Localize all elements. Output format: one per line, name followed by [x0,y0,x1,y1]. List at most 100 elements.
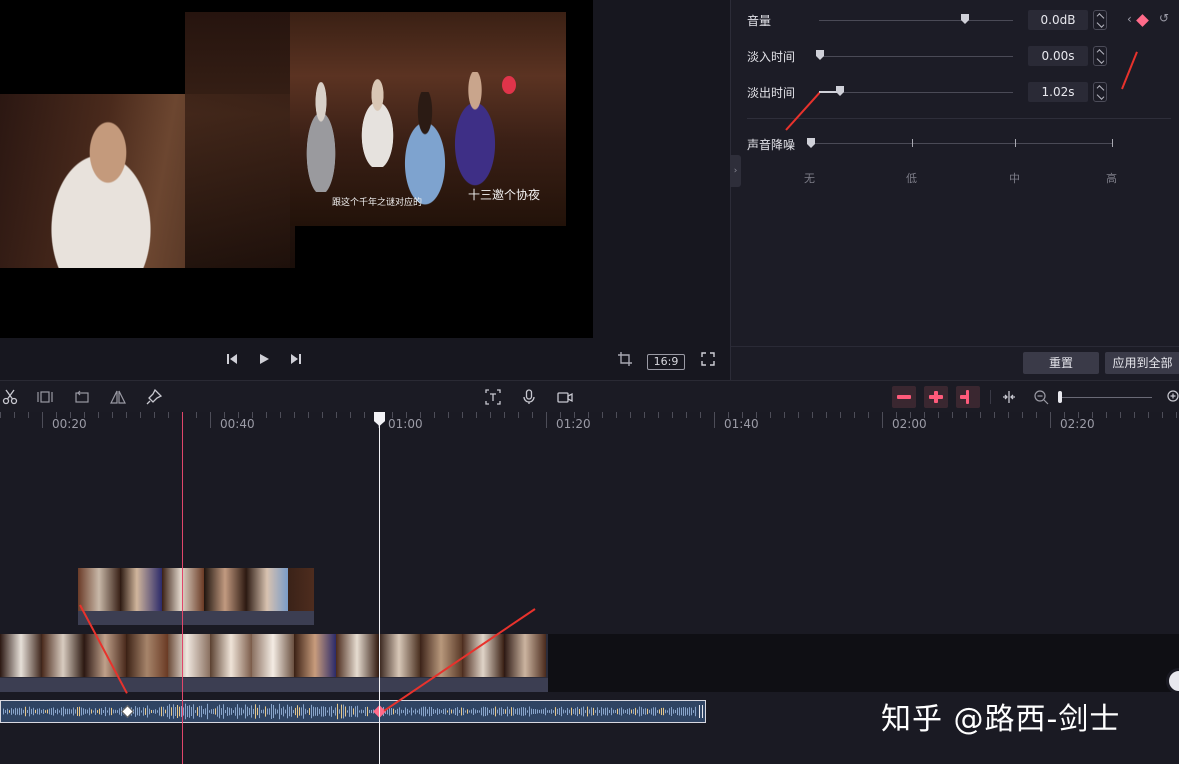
ruler-tick [826,412,827,418]
waveform-bar [135,706,136,717]
ruler-tick [42,412,43,428]
fade-in-value-field[interactable]: 0.00s [1028,46,1088,66]
reset-button[interactable]: 重置 [1023,352,1099,374]
camera-icon[interactable] [557,389,573,405]
next-frame-icon[interactable] [289,352,303,366]
fade-out-slider-thumb[interactable] [836,86,844,96]
waveform-bar [183,707,184,716]
fade-out-slider[interactable] [819,92,1013,93]
clip-thumbnail [210,634,252,677]
zoom-slider-thumb[interactable] [1058,391,1062,403]
ruler-tick [980,412,981,418]
waveform-bar [575,708,576,715]
waveform-bar [211,709,212,714]
volume-slider[interactable] [819,20,1013,21]
prev-keyframe-icon[interactable]: ‹ [1127,12,1132,26]
time-ruler[interactable]: 00:20 00:40 01:00 01:20 01:40 02:00 02:2… [0,412,1179,434]
split-screen-icon[interactable] [1001,389,1017,405]
main-video-clip[interactable] [0,634,548,692]
video-preview[interactable]: 跟这个千年之谜对应的 十三邀个协夜 [0,0,593,338]
volume-value-field[interactable]: 0.0dB [1028,10,1088,30]
waveform-bar [335,707,336,716]
waveform-bar [455,707,456,716]
denoise-slider-thumb[interactable] [807,138,815,148]
waveform-bar [319,708,320,715]
play-icon[interactable] [257,352,271,366]
zoom-out-icon[interactable] [1033,389,1049,405]
ruler-tick [966,412,967,418]
preview-axis-icon[interactable] [956,386,980,408]
clip-thumbnail [288,568,314,611]
waveform-bar [225,709,226,714]
fade-in-label: 淡入时间 [747,50,796,64]
ruler-tick [504,412,505,418]
audio-clip[interactable] [0,700,706,723]
pip-video-clip[interactable] [78,568,314,625]
marker-icon[interactable] [146,388,163,405]
waveform-bar [621,707,622,716]
waveform-bar [471,709,472,714]
waveform-bar [261,709,262,714]
waveform-bar [75,709,76,714]
waveform-bar [647,708,648,715]
zoom-slider[interactable] [1060,397,1152,398]
ruler-tick [1050,412,1051,428]
waveform-bar [579,708,580,715]
clip-thumbnail [246,568,288,611]
waveform-bar [223,704,224,719]
pip-video-frame[interactable]: 跟这个千年之谜对应的 十三邀个协夜 [290,12,566,226]
waveform-bar [533,708,534,715]
ruler-tick [322,412,323,418]
crop-icon[interactable] [618,352,632,366]
ruler-tick [952,412,953,418]
waveform-bar [679,707,680,716]
waveform-bar [11,708,12,715]
ruler-tick [154,412,155,418]
reset-volume-icon[interactable]: ↺ [1159,11,1169,25]
mirror-icon[interactable] [110,389,126,405]
fade-out-stepper[interactable] [1093,82,1107,102]
aspect-ratio-button[interactable]: 16:9 [647,354,685,370]
video-subtitle: 跟这个千年之谜对应的 [332,198,423,208]
ruler-tick [854,412,855,418]
link-main-track-icon[interactable] [892,386,916,408]
panel-collapse-tab[interactable]: › [730,155,741,187]
waveform-bar [537,709,538,714]
waveform-bar [185,703,186,720]
ruler-tick [910,412,911,418]
volume-stepper[interactable] [1093,10,1107,30]
waveform-bar [145,708,146,715]
fullscreen-icon[interactable] [701,352,715,366]
freeze-icon[interactable] [37,389,53,405]
waveform-bar [629,708,630,715]
add-keyframe-icon[interactable] [1136,14,1149,27]
volume-slider-thumb[interactable] [961,14,969,24]
ruler-tick [1176,412,1177,418]
split-icon[interactable] [2,389,18,405]
text-recognize-icon[interactable] [485,389,501,405]
waveform-bar [669,708,670,715]
fade-in-slider-thumb[interactable] [816,50,824,60]
ruler-tick [812,412,813,418]
waveform-bar [523,707,524,716]
waveform-bar [189,705,190,718]
zoom-in-icon[interactable] [1165,389,1179,405]
audio-clip-end-handle[interactable] [699,705,703,718]
ruler-tick [644,412,645,418]
waveform-bar [403,710,404,713]
reverse-icon[interactable] [74,389,90,405]
fade-out-value-field[interactable]: 1.02s [1028,82,1088,102]
waveform-bar [493,708,494,715]
snap-icon[interactable] [924,386,948,408]
waveform-bar [643,708,644,715]
apply-all-button[interactable]: 应用到全部 [1105,352,1179,374]
ruler-tick [532,412,533,418]
fade-in-slider[interactable] [819,56,1013,57]
microphone-icon[interactable] [521,389,537,405]
waveform-bar [305,708,306,715]
fade-in-stepper[interactable] [1093,46,1107,66]
denoise-tick-high [1112,139,1113,147]
waveform-bar [357,705,358,718]
denoise-slider[interactable] [811,143,1113,144]
prev-frame-icon[interactable] [225,352,239,366]
